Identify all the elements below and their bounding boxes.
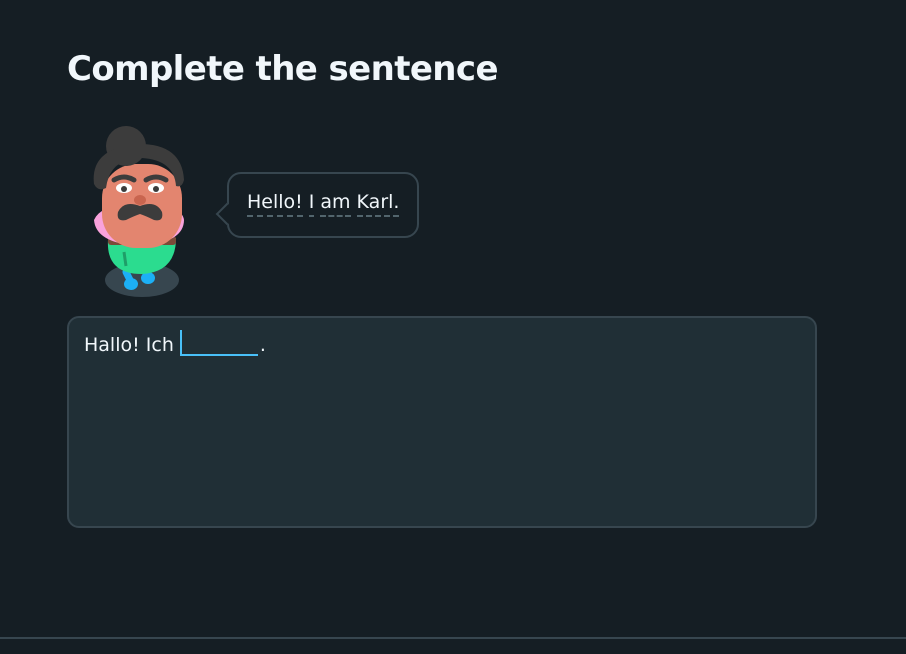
prompt-word[interactable]: am xyxy=(320,191,351,217)
prompt-word[interactable]: Hello! xyxy=(247,191,303,217)
blank-input[interactable] xyxy=(179,330,258,356)
sentence-suffix: . xyxy=(259,334,266,356)
footer-divider xyxy=(0,637,906,639)
answer-panel: Hallo! Ich . xyxy=(67,316,817,528)
karl-character-icon xyxy=(84,124,194,304)
speech-bubble: Hello! I am Karl. xyxy=(215,172,420,238)
prompt-sentence: Hello! I am Karl. xyxy=(247,191,400,217)
prompt-word[interactable]: I xyxy=(308,191,315,217)
answer-sentence: Hallo! Ich . xyxy=(84,330,800,356)
page-title: Complete the sentence xyxy=(67,49,499,89)
lesson-page: Complete the sentence Hello! I am Karl. … xyxy=(0,0,906,654)
speech-bubble-tail xyxy=(215,202,239,226)
prompt-word[interactable]: Karl. xyxy=(356,191,400,217)
sentence-prefix: Hallo! Ich xyxy=(84,334,174,356)
